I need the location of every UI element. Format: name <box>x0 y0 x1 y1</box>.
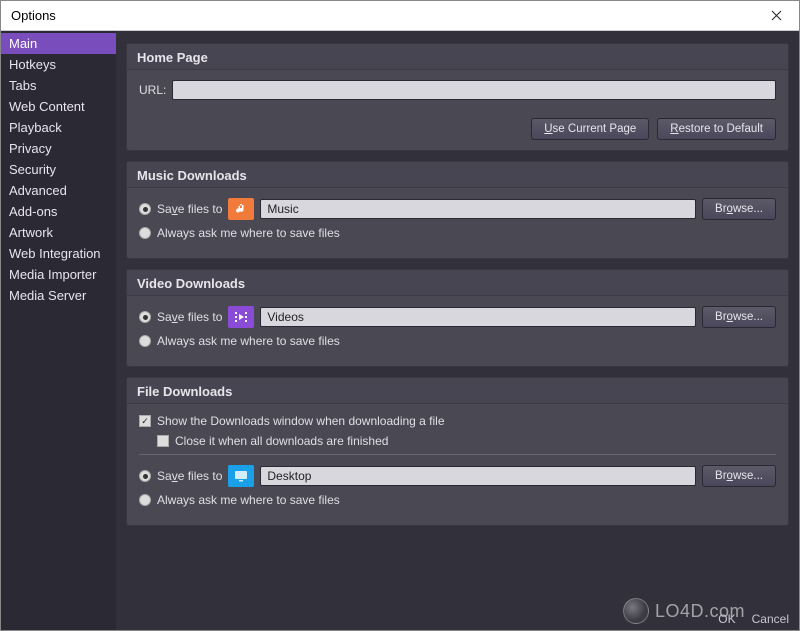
sidebar-item-label: Media Importer <box>9 267 96 282</box>
body: Main Hotkeys Tabs Web Content Playback P… <box>1 31 799 630</box>
url-label: URL: <box>139 83 166 97</box>
files-always-ask-radio[interactable] <box>139 494 151 506</box>
close-when-finished-checkbox[interactable] <box>157 435 169 447</box>
window-title: Options <box>11 8 56 23</box>
sidebar-item-security[interactable]: Security <box>1 159 116 180</box>
close-when-finished-label: Close it when all downloads are finished <box>175 434 388 448</box>
desktop-folder-icon <box>228 465 254 487</box>
files-browse-button[interactable]: Browse... <box>702 465 776 487</box>
video-save-to-radio[interactable] <box>139 311 151 323</box>
sidebar-item-artwork[interactable]: Artwork <box>1 222 116 243</box>
music-folder-icon <box>228 198 254 220</box>
close-icon <box>771 10 782 21</box>
files-save-to-radio[interactable] <box>139 470 151 482</box>
files-path-input[interactable] <box>260 466 696 486</box>
panel-title: Video Downloads <box>127 270 788 296</box>
sidebar-item-label: Privacy <box>9 141 52 156</box>
sidebar: Main Hotkeys Tabs Web Content Playback P… <box>1 31 116 630</box>
ok-button[interactable]: OK <box>718 612 735 626</box>
sidebar-item-label: Web Integration <box>9 246 101 261</box>
titlebar: Options <box>1 1 799 31</box>
sidebar-item-web-content[interactable]: Web Content <box>1 96 116 117</box>
save-files-to-label: Save files to <box>157 202 222 216</box>
sidebar-item-tabs[interactable]: Tabs <box>1 75 116 96</box>
sidebar-item-playback[interactable]: Playback <box>1 117 116 138</box>
sidebar-item-web-integration[interactable]: Web Integration <box>1 243 116 264</box>
divider <box>139 454 776 455</box>
sidebar-item-label: Web Content <box>9 99 85 114</box>
video-folder-icon <box>228 306 254 328</box>
sidebar-item-label: Security <box>9 162 56 177</box>
sidebar-item-privacy[interactable]: Privacy <box>1 138 116 159</box>
panel-music-downloads: Music Downloads Save files to Browse... <box>126 161 789 259</box>
sidebar-item-label: Advanced <box>9 183 67 198</box>
sidebar-item-media-importer[interactable]: Media Importer <box>1 264 116 285</box>
save-files-to-label: Save files to <box>157 310 222 324</box>
options-window: Options Main Hotkeys Tabs Web Content Pl… <box>0 0 800 631</box>
save-files-to-label: Save files to <box>157 469 222 483</box>
sidebar-item-label: Artwork <box>9 225 53 240</box>
sidebar-item-label: Hotkeys <box>9 57 56 72</box>
music-always-ask-radio[interactable] <box>139 227 151 239</box>
music-path-input[interactable] <box>260 199 696 219</box>
use-current-page-button[interactable]: UUse Current Pagese Current Page <box>531 118 649 140</box>
show-downloads-window-checkbox[interactable]: ✓ <box>139 415 151 427</box>
video-always-ask-radio[interactable] <box>139 335 151 347</box>
sidebar-item-media-server[interactable]: Media Server <box>1 285 116 306</box>
url-input[interactable] <box>172 80 776 100</box>
panel-title: Music Downloads <box>127 162 788 188</box>
sidebar-item-add-ons[interactable]: Add-ons <box>1 201 116 222</box>
music-browse-button[interactable]: Browse... <box>702 198 776 220</box>
always-ask-label: Always ask me where to save files <box>157 493 340 507</box>
sidebar-item-hotkeys[interactable]: Hotkeys <box>1 54 116 75</box>
video-path-input[interactable] <box>260 307 696 327</box>
restore-default-button[interactable]: Restore to Default <box>657 118 776 140</box>
panel-home-page: Home Page URL: UUse Current Pagese Curre… <box>126 43 789 151</box>
panel-title: Home Page <box>127 44 788 70</box>
sidebar-item-label: Playback <box>9 120 62 135</box>
cancel-button[interactable]: Cancel <box>752 612 789 626</box>
always-ask-label: Always ask me where to save files <box>157 226 340 240</box>
sidebar-item-main[interactable]: Main <box>1 33 116 54</box>
dialog-footer: OK Cancel <box>718 612 789 626</box>
music-save-to-radio[interactable] <box>139 203 151 215</box>
sidebar-item-advanced[interactable]: Advanced <box>1 180 116 201</box>
always-ask-label: Always ask me where to save files <box>157 334 340 348</box>
sidebar-item-label: Add-ons <box>9 204 57 219</box>
sidebar-item-label: Media Server <box>9 288 86 303</box>
close-button[interactable] <box>761 2 791 30</box>
panel-file-downloads: File Downloads ✓ Show the Downloads wind… <box>126 377 789 526</box>
main-pane: Home Page URL: UUse Current Pagese Curre… <box>116 31 799 630</box>
video-browse-button[interactable]: Browse... <box>702 306 776 328</box>
panel-title: File Downloads <box>127 378 788 404</box>
sidebar-item-label: Main <box>9 36 37 51</box>
panel-video-downloads: Video Downloads Save files to Browse... <box>126 269 789 367</box>
show-downloads-label: Show the Downloads window when downloadi… <box>157 414 445 428</box>
client-area: Main Hotkeys Tabs Web Content Playback P… <box>1 31 799 630</box>
sidebar-item-label: Tabs <box>9 78 36 93</box>
